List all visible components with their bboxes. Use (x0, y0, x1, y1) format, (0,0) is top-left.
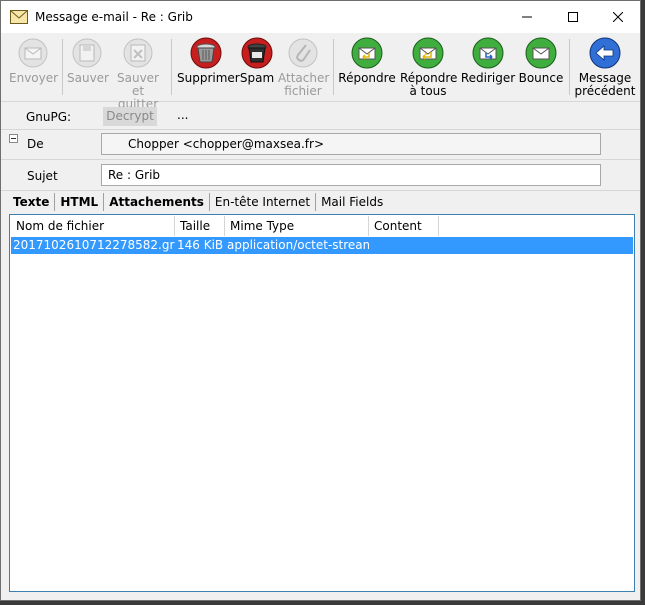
toolbar-separator (569, 39, 570, 95)
title-bar[interactable]: Message e-mail - Re : Grib (1, 1, 640, 33)
bounce-button[interactable]: Bounce (518, 37, 564, 99)
maximize-icon (568, 12, 578, 22)
forward-icon (472, 37, 504, 69)
trash-icon (190, 37, 222, 69)
save-icon (72, 38, 102, 68)
decrypt-button[interactable]: Decrypt (103, 107, 157, 126)
maximize-button[interactable] (550, 1, 596, 33)
envoyer-label: Envoyer (9, 71, 59, 85)
repondre-tous-label-2: à tous (409, 84, 447, 98)
repondre-tous-label-1: Répondre (400, 71, 458, 85)
cell-mime: application/octet-stream (227, 238, 369, 252)
cell-filename: 2017102610712278582.grbzip (13, 238, 175, 252)
repondre-button[interactable]: Répondre (338, 37, 396, 99)
tab-mail-fields[interactable]: Mail Fields (316, 193, 388, 211)
spam-bin-icon (241, 37, 273, 69)
collapse-toggle[interactable] (9, 134, 18, 143)
tab-entete-internet[interactable]: En-tête Internet (210, 193, 317, 211)
minimize-button[interactable] (504, 1, 550, 33)
message-precedent-button[interactable]: Message précédent (574, 37, 636, 99)
message-window: Message e-mail - Re : Grib Envoyer Sauve… (0, 0, 641, 601)
close-button[interactable] (595, 1, 641, 33)
spam-button[interactable]: Spam (239, 37, 275, 99)
attachments-list[interactable]: Nom de fichier Taille Mime Type Content … (9, 214, 635, 592)
tab-html[interactable]: HTML (55, 193, 105, 211)
tab-texte[interactable]: Texte (9, 193, 56, 211)
repondre-tous-button[interactable]: Répondre à tous (400, 37, 458, 99)
save-and-quit-icon (123, 38, 153, 68)
divider (1, 190, 640, 191)
divider (1, 159, 640, 160)
send-mail-icon (18, 38, 48, 68)
toolbar: Envoyer Sauver Sauver et quitter Supprim… (1, 33, 640, 111)
column-header-content-id[interactable]: Content ID (369, 216, 439, 253)
message-precedent-label-2: précédent (574, 84, 636, 98)
close-icon (613, 12, 623, 22)
gnupg-label: GnuPG: (26, 110, 72, 124)
reply-all-icon (412, 37, 444, 69)
previous-arrow-icon (589, 37, 621, 69)
list-header: Nom de fichier Taille Mime Type Content … (11, 216, 439, 253)
sauver-quitter-button[interactable]: Sauver et quitter (111, 37, 165, 111)
spam-label: Spam (239, 71, 275, 85)
divider (1, 129, 640, 130)
attacher-fichier-button[interactable]: Attacher fichier (278, 37, 330, 99)
paperclip-icon (288, 38, 318, 68)
window-title: Message e-mail - Re : Grib (35, 10, 193, 24)
message-precedent-label-1: Message (578, 71, 632, 85)
toolbar-separator (171, 39, 172, 95)
cell-content-id (369, 237, 439, 254)
bounce-icon (525, 37, 557, 69)
minimize-icon (522, 16, 532, 18)
toolbar-separator (62, 39, 63, 95)
column-header-mime[interactable]: Mime Type (225, 216, 369, 236)
de-field[interactable]: Chopper <chopper@maxsea.fr> (101, 133, 601, 155)
attacher-label-1: Attacher (278, 71, 330, 85)
rediriger-button[interactable]: Rediriger (460, 37, 516, 99)
repondre-label: Répondre (338, 71, 396, 85)
more-options-button[interactable]: ... (177, 108, 188, 122)
sauver-quitter-label-1: Sauver et (117, 71, 159, 98)
de-label: De (27, 137, 44, 151)
tab-attachements[interactable]: Attachements (104, 193, 210, 211)
sujet-label: Sujet (27, 169, 58, 183)
sauver-label: Sauver (67, 71, 109, 85)
sujet-field[interactable]: Re : Grib (101, 164, 601, 186)
rediriger-label: Rediriger (460, 71, 516, 85)
envoyer-button[interactable]: Envoyer (9, 37, 59, 99)
column-header-size[interactable]: Taille (175, 216, 225, 236)
attacher-label-2: fichier (284, 84, 322, 98)
toolbar-separator (333, 39, 334, 95)
cell-size: 146 KiB (177, 238, 224, 252)
supprimer-label: Supprimer (177, 71, 240, 85)
message-tabs: Texte HTML Attachements En-tête Internet… (9, 193, 388, 211)
column-header-filename[interactable]: Nom de fichier (11, 216, 175, 236)
table-row[interactable]: 2017102610712278582.grbzip 146 KiB appli… (11, 237, 633, 254)
supprimer-button[interactable]: Supprimer (177, 37, 240, 99)
bounce-label: Bounce (518, 71, 564, 85)
sauver-button[interactable]: Sauver (67, 37, 109, 99)
envelope-icon (10, 10, 28, 24)
reply-icon (351, 37, 383, 69)
